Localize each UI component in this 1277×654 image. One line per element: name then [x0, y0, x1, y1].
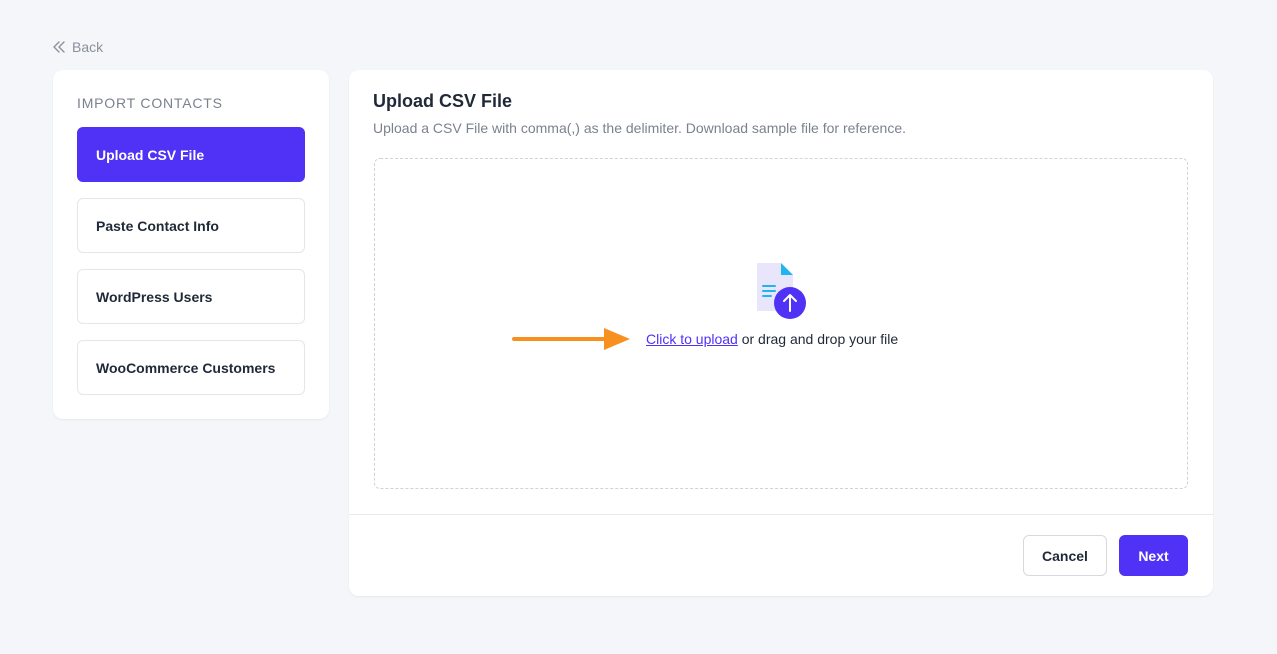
double-chevron-left-icon: [52, 41, 66, 53]
sidebar-item-upload-csv[interactable]: Upload CSV File: [77, 127, 305, 182]
page-subtitle: Upload a CSV File with comma(,) as the d…: [373, 120, 906, 136]
sidebar-item-label: WordPress Users: [96, 288, 213, 305]
sidebar-item-label: Paste Contact Info: [96, 217, 219, 234]
sidebar-item-paste-contact-info[interactable]: Paste Contact Info: [77, 198, 305, 253]
file-upload-icon: [753, 259, 809, 328]
sidebar-item-label: Upload CSV File: [96, 146, 205, 163]
click-to-upload-link[interactable]: Click to upload: [646, 331, 738, 347]
file-dropzone[interactable]: Click to upload or drag and drop your fi…: [374, 158, 1188, 489]
sidebar-title: IMPORT CONTACTS: [77, 95, 223, 111]
cancel-button[interactable]: Cancel: [1023, 535, 1107, 576]
next-button[interactable]: Next: [1119, 535, 1188, 576]
drag-drop-text: or drag and drop your file: [737, 331, 899, 347]
sidebar-item-woocommerce-customers[interactable]: WooCommerce Customers: [77, 340, 305, 395]
footer-divider: [349, 514, 1213, 515]
sidebar-item-wordpress-users[interactable]: WordPress Users: [77, 269, 305, 324]
sidebar-item-label: WooCommerce Customers: [96, 359, 276, 376]
upload-instruction: Click to upload or drag and drop your fi…: [646, 331, 898, 347]
back-label: Back: [72, 39, 104, 55]
back-link[interactable]: Back: [52, 38, 103, 56]
import-sidebar: IMPORT CONTACTS Upload CSV File Paste Co…: [53, 70, 329, 419]
upload-panel: Upload CSV File Upload a CSV File with c…: [349, 70, 1213, 596]
arrow-right-icon: [512, 326, 632, 357]
page-title: Upload CSV File: [373, 91, 513, 111]
